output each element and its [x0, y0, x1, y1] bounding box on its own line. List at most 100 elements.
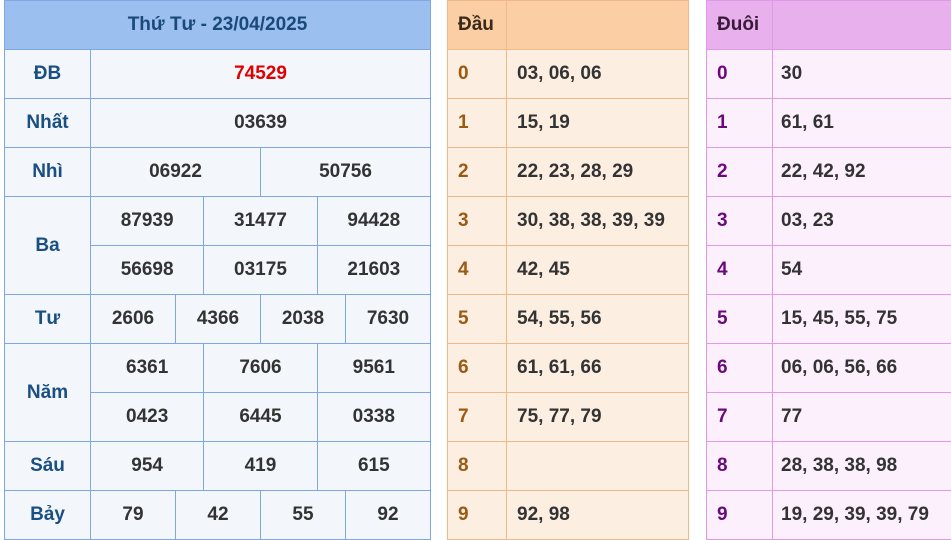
heads-row: 554, 55, 56: [448, 295, 689, 344]
prize-number: 87939: [91, 197, 204, 246]
results-table: Thứ Tư - 23/04/2025 ĐB 74529 Nhất 03639 …: [4, 0, 431, 540]
tail-values: 77: [773, 393, 951, 442]
prize-number: 42: [175, 491, 260, 540]
head-values: 15, 19: [507, 99, 689, 148]
heads-row: 8: [448, 442, 689, 491]
tail-values: 15, 45, 55, 75: [773, 295, 951, 344]
heads-row: 992, 98: [448, 491, 689, 540]
head-values: 92, 98: [507, 491, 689, 540]
prize-label: Sáu: [5, 442, 91, 491]
heads-row: 115, 19: [448, 99, 689, 148]
head-digit: 0: [448, 50, 507, 99]
tails-header: Đuôi: [707, 1, 773, 50]
tails-header-row: Đuôi: [707, 1, 951, 50]
tail-values: 22, 42, 92: [773, 148, 951, 197]
head-digit: 6: [448, 344, 507, 393]
prize-number: 0423: [91, 393, 204, 442]
draw-date-title: Thứ Tư - 23/04/2025: [5, 1, 431, 50]
tails-row: 161, 61: [707, 99, 951, 148]
prize-row-special: ĐB 74529: [5, 50, 431, 99]
prize-number: 74529: [91, 50, 431, 99]
tail-values: 19, 29, 39, 39, 79: [773, 491, 951, 540]
prize-row-fifth: Năm 6361 7606 9561: [5, 344, 431, 393]
prize-number: 954: [91, 442, 204, 491]
heads-row: 330, 38, 38, 39, 39: [448, 197, 689, 246]
head-values: [507, 442, 689, 491]
head-digit: 2: [448, 148, 507, 197]
prize-number: 2038: [260, 295, 345, 344]
tail-digit: 8: [707, 442, 773, 491]
tail-digit: 9: [707, 491, 773, 540]
tails-table: Đuôi 030 161, 61 222, 42, 92 303, 23 454…: [706, 0, 951, 540]
heads-row: 661, 61, 66: [448, 344, 689, 393]
head-digit: 7: [448, 393, 507, 442]
head-digit: 4: [448, 246, 507, 295]
prize-number: 4366: [175, 295, 260, 344]
tail-values: 30: [773, 50, 951, 99]
head-values: 54, 55, 56: [507, 295, 689, 344]
tail-digit: 6: [707, 344, 773, 393]
tails-row: 454: [707, 246, 951, 295]
prize-number: 7630: [345, 295, 430, 344]
prize-number: 94428: [317, 197, 430, 246]
prize-number: 7606: [204, 344, 317, 393]
heads-row: 775, 77, 79: [448, 393, 689, 442]
heads-row: 222, 23, 28, 29: [448, 148, 689, 197]
tails-row: 828, 38, 38, 98: [707, 442, 951, 491]
prize-number: 92: [345, 491, 430, 540]
tail-digit: 1: [707, 99, 773, 148]
prize-row-third: Ba 87939 31477 94428: [5, 197, 431, 246]
prize-row-first: Nhất 03639: [5, 99, 431, 148]
prize-number: 31477: [204, 197, 317, 246]
head-values: 61, 61, 66: [507, 344, 689, 393]
prize-number: 03175: [204, 246, 317, 295]
prize-number: 6445: [204, 393, 317, 442]
heads-header: Đầu: [448, 1, 507, 50]
tails-row: 030: [707, 50, 951, 99]
heads-table: Đầu 003, 06, 06 115, 19 222, 23, 28, 29 …: [447, 0, 689, 540]
head-values: 75, 77, 79: [507, 393, 689, 442]
head-values: 30, 38, 38, 39, 39: [507, 197, 689, 246]
prize-number: 56698: [91, 246, 204, 295]
prize-number: 6361: [91, 344, 204, 393]
prize-number: 03639: [91, 99, 431, 148]
results-header-row: Thứ Tư - 23/04/2025: [5, 1, 431, 50]
prize-label: ĐB: [5, 50, 91, 99]
tail-values: 06, 06, 56, 66: [773, 344, 951, 393]
tail-digit: 3: [707, 197, 773, 246]
heads-row: 003, 06, 06: [448, 50, 689, 99]
prize-number: 21603: [317, 246, 430, 295]
prize-row-sixth: Sáu 954 419 615: [5, 442, 431, 491]
prize-number: 55: [260, 491, 345, 540]
prize-label: Năm: [5, 344, 91, 442]
tails-row: 606, 06, 56, 66: [707, 344, 951, 393]
head-digit: 3: [448, 197, 507, 246]
head-digit: 8: [448, 442, 507, 491]
prize-row-second: Nhì 06922 50756: [5, 148, 431, 197]
prize-row-fourth: Tư 2606 4366 2038 7630: [5, 295, 431, 344]
prize-label: Tư: [5, 295, 91, 344]
prize-row-seventh: Bảy 79 42 55 92: [5, 491, 431, 540]
heads-row: 442, 45: [448, 246, 689, 295]
tail-values: 54: [773, 246, 951, 295]
tail-digit: 4: [707, 246, 773, 295]
prize-number: 615: [317, 442, 430, 491]
tail-digit: 0: [707, 50, 773, 99]
tail-values: 61, 61: [773, 99, 951, 148]
head-digit: 9: [448, 491, 507, 540]
tails-row: 919, 29, 39, 39, 79: [707, 491, 951, 540]
tail-digit: 2: [707, 148, 773, 197]
tail-values: 28, 38, 38, 98: [773, 442, 951, 491]
tail-digit: 5: [707, 295, 773, 344]
tails-row: 222, 42, 92: [707, 148, 951, 197]
prize-number: 9561: [317, 344, 430, 393]
head-values: 42, 45: [507, 246, 689, 295]
head-digit: 5: [448, 295, 507, 344]
prize-number: 79: [91, 491, 176, 540]
tail-digit: 7: [707, 393, 773, 442]
prize-number: 0338: [317, 393, 430, 442]
prize-number: 06922: [91, 148, 261, 197]
tail-values: 03, 23: [773, 197, 951, 246]
tails-row: 515, 45, 55, 75: [707, 295, 951, 344]
prize-number: 50756: [260, 148, 430, 197]
